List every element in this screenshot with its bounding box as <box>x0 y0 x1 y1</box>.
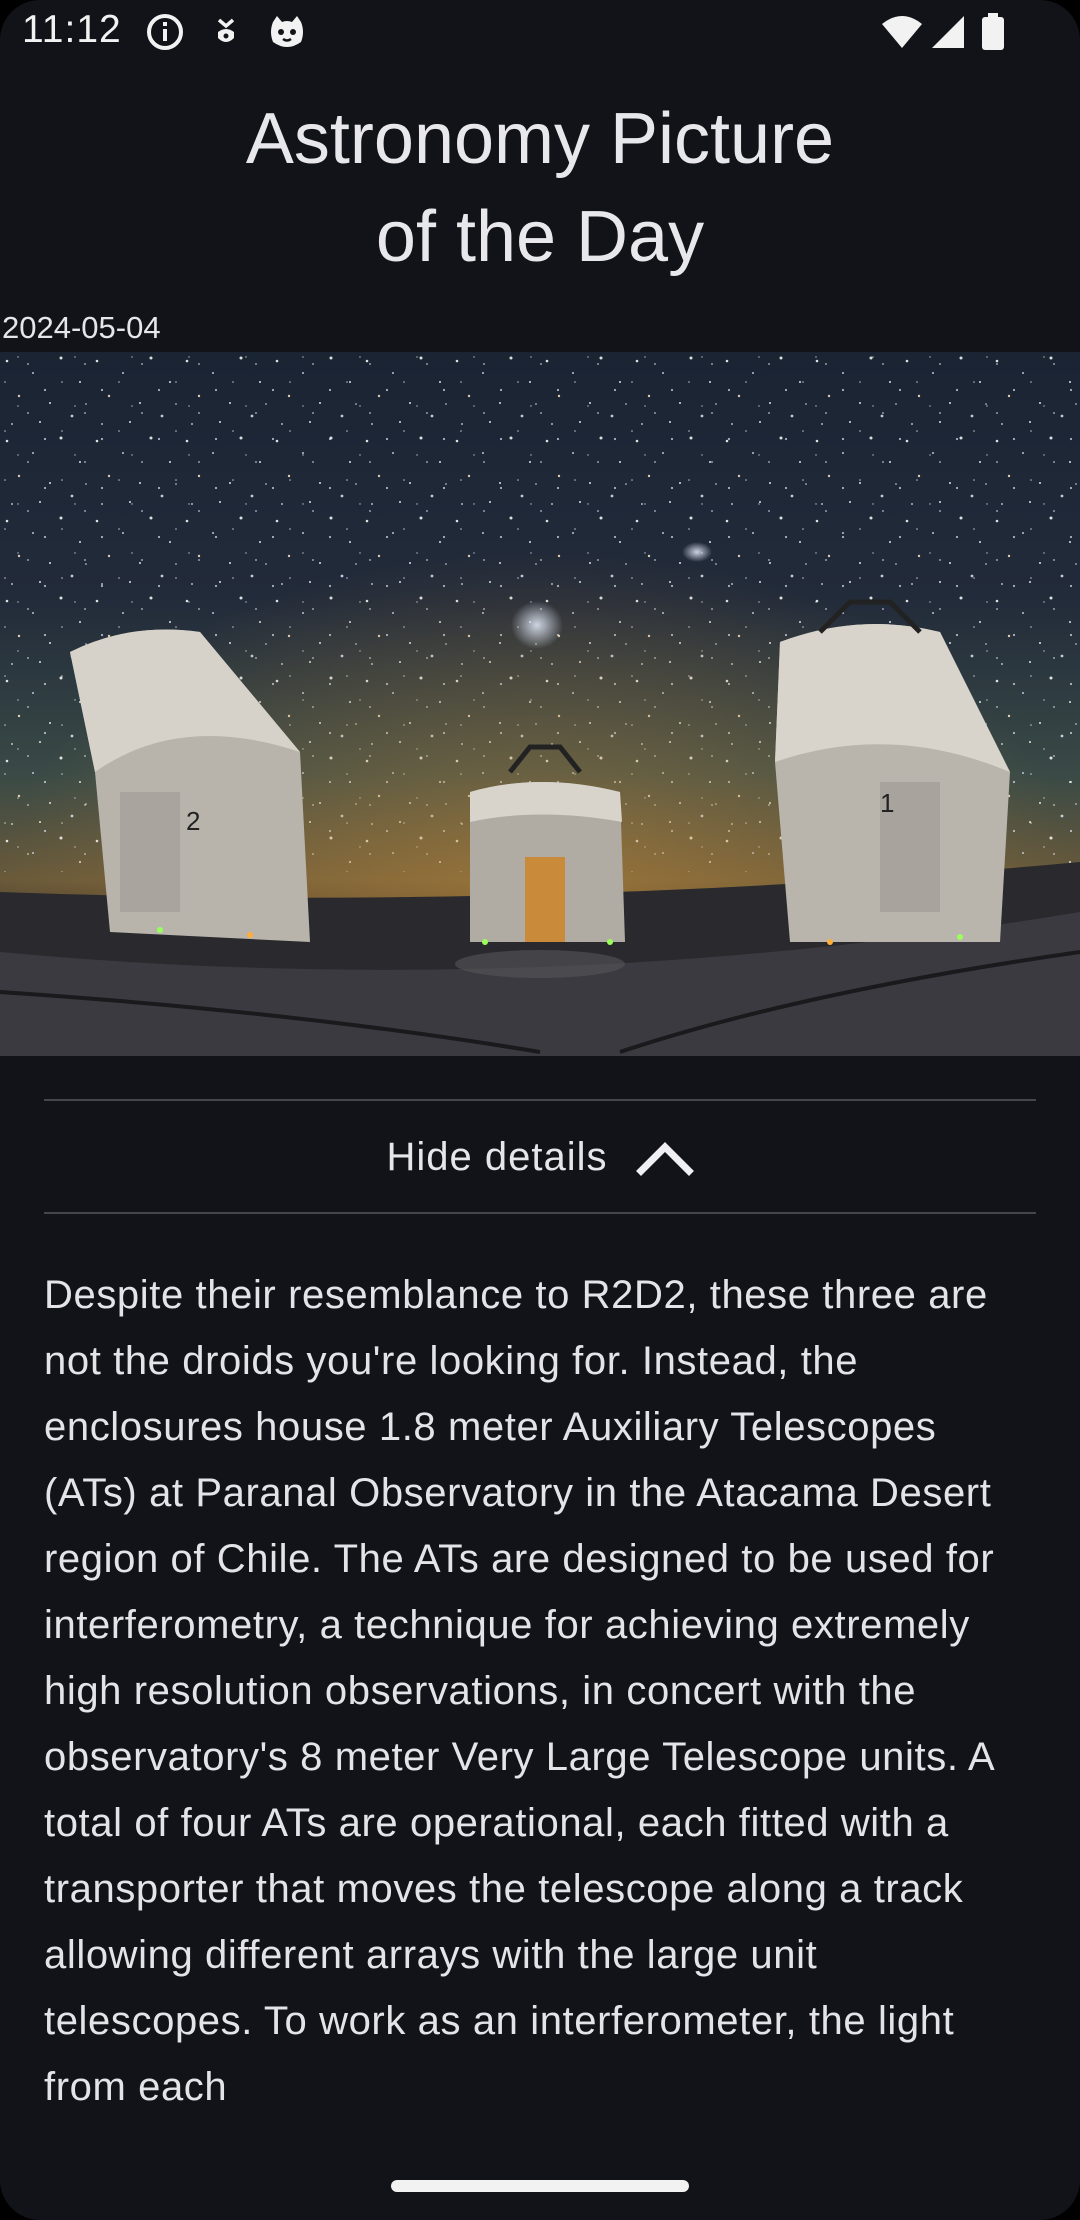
title-line-2: of the Day <box>375 197 705 277</box>
status-time: 11:12 <box>22 8 122 51</box>
apod-date: 2024-05-04 <box>2 310 161 345</box>
svg-text:2: 2 <box>186 806 200 836</box>
status-bar: 11:12 <box>0 0 1080 66</box>
cat-face-icon <box>271 16 303 47</box>
home-indicator[interactable] <box>391 2180 689 2192</box>
explanation-container[interactable]: Despite their resemblance to R2D2, these… <box>44 1262 1036 2150</box>
info-icon <box>147 14 183 50</box>
hide-details-label: Hide details <box>386 1134 608 1179</box>
app-screen: 11:12 Astronomy Picture of the Day 2024-… <box>0 0 1080 2220</box>
svg-text:1: 1 <box>880 788 894 818</box>
usb-debug-icon <box>217 18 235 42</box>
explanation-text: Despite their resemblance to R2D2, these… <box>44 1273 995 2109</box>
title-line-1: Astronomy Picture <box>245 99 835 179</box>
divider-top <box>44 1099 1036 1101</box>
apod-image: 2 1 <box>0 352 1080 1056</box>
wifi-icon <box>882 16 922 48</box>
page-title: Astronomy Picture of the Day <box>0 90 1080 286</box>
chevron-up-icon <box>635 1142 694 1176</box>
hide-details-button[interactable]: Hide details <box>44 1102 1036 1212</box>
signal-icon <box>932 16 964 48</box>
divider-bottom <box>44 1212 1036 1214</box>
battery-icon <box>982 13 1004 50</box>
